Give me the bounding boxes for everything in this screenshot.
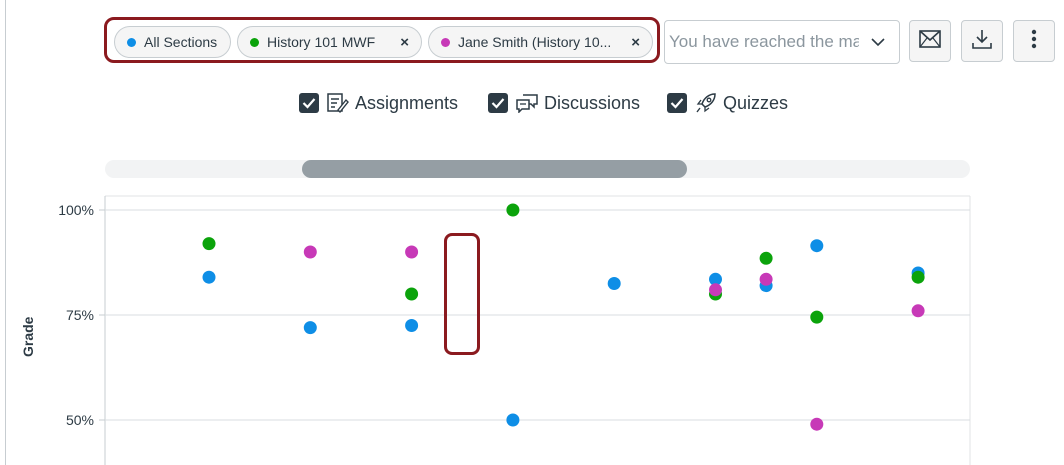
chart-points bbox=[202, 203, 925, 431]
chart-grid bbox=[99, 195, 971, 465]
grade-point[interactable] bbox=[405, 287, 419, 301]
grade-point[interactable] bbox=[303, 245, 317, 259]
grade-point[interactable] bbox=[759, 251, 773, 265]
grade-point[interactable] bbox=[405, 245, 419, 259]
grade-point[interactable] bbox=[405, 319, 419, 332]
grade-point[interactable] bbox=[810, 417, 824, 431]
grade-point[interactable] bbox=[607, 277, 621, 290]
grade-point[interactable] bbox=[810, 239, 824, 253]
grade-scatter-chart bbox=[99, 195, 971, 465]
grade-point[interactable] bbox=[759, 272, 773, 286]
grade-point[interactable] bbox=[506, 413, 520, 427]
grade-point[interactable] bbox=[202, 270, 216, 284]
grade-point[interactable] bbox=[911, 304, 925, 318]
grade-point[interactable] bbox=[506, 203, 520, 217]
grade-point[interactable] bbox=[709, 283, 722, 297]
grade-point[interactable] bbox=[911, 270, 925, 284]
grade-point[interactable] bbox=[810, 310, 824, 324]
grade-point[interactable] bbox=[303, 321, 317, 335]
grade-point[interactable] bbox=[202, 237, 216, 251]
assignment-column-highlight bbox=[444, 233, 480, 355]
